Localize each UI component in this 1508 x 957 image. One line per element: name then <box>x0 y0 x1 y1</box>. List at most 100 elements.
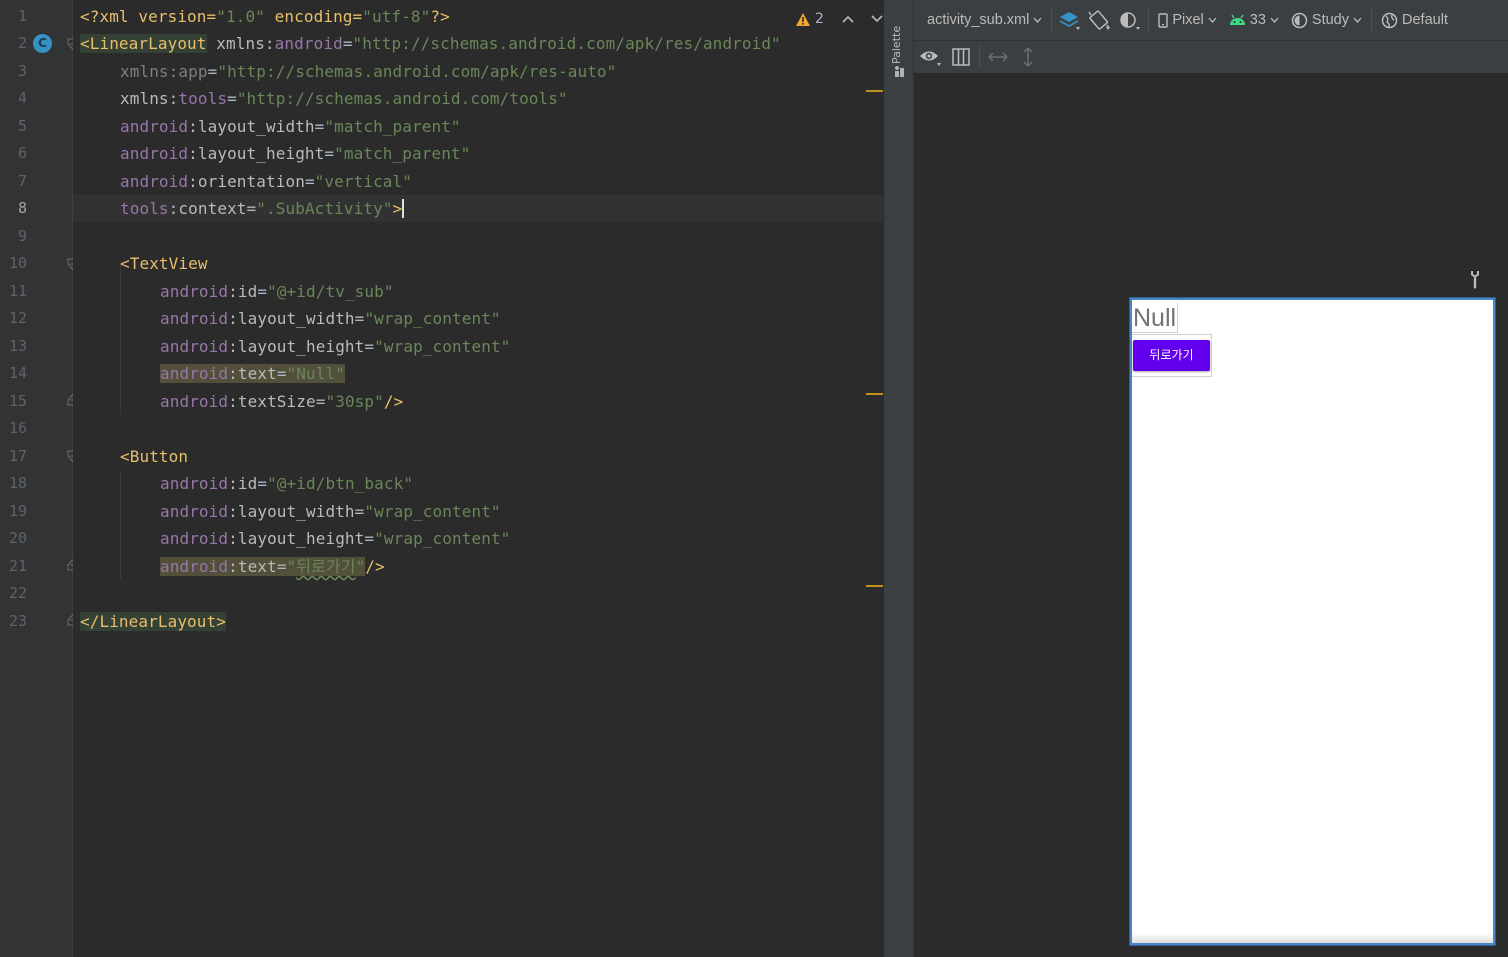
toolbar-separator <box>1148 9 1150 31</box>
inspection-widget[interactable]: 2 <box>795 9 883 29</box>
warning-stripe-marker[interactable] <box>866 585 883 587</box>
eye-icon <box>920 51 941 66</box>
theme-selector[interactable]: Study <box>1285 0 1368 40</box>
file-selector[interactable]: activity_sub.xml <box>914 0 1048 40</box>
line-number: 13 <box>8 337 27 355</box>
device-preview-screen[interactable]: Null 뒤로가기 <box>1130 298 1495 945</box>
line-number: 2 <box>17 34 27 52</box>
chevron-down-icon <box>1033 17 1042 23</box>
palette-icon[interactable] <box>893 64 907 78</box>
device-selector[interactable]: Pixel <box>1152 0 1222 40</box>
code-line-11[interactable]: android:id="@+id/tv_sub" <box>160 278 394 305</box>
code-line-20[interactable]: android:layout_height="wrap_content" <box>160 525 510 552</box>
code-line-5[interactable]: android:layout_width="match_parent" <box>120 113 461 140</box>
palette-tool-strip: Palette <box>883 0 914 957</box>
rotate-device-icon <box>1088 10 1111 30</box>
night-mode-icon <box>1120 12 1141 30</box>
line-number-gutter: 1 2 3 4 5 6 7 8 9 10 11 12 13 14 15 16 1… <box>0 0 78 957</box>
code-line-23[interactable]: </LinearLayout> <box>80 608 226 635</box>
design-canvas[interactable]: Null 뒤로가기 <box>914 74 1508 957</box>
design-surface-toggle[interactable] <box>1055 5 1085 35</box>
code-line-14[interactable]: android:text="Null" <box>160 360 345 387</box>
api-level-selector[interactable]: 33 <box>1223 0 1285 40</box>
warning-stripe-marker[interactable] <box>866 90 883 92</box>
code-line-18[interactable]: android:id="@+id/btn_back" <box>160 470 413 497</box>
preview-textview-tv-sub[interactable]: Null <box>1132 303 1179 333</box>
vertical-resize-button[interactable] <box>1013 42 1043 72</box>
text-caret <box>402 199 405 218</box>
class-reference-icon[interactable]: C <box>33 34 52 53</box>
code-line-4[interactable]: xmlns:tools="http://schemas.android.com/… <box>120 85 568 112</box>
code-line-13[interactable]: android:layout_height="wrap_content" <box>160 333 510 360</box>
code-line-2[interactable]: <LinearLayout xmlns:android="http://sche… <box>80 30 781 57</box>
night-mode-toggle[interactable] <box>1115 5 1145 35</box>
indent-guide <box>120 264 121 414</box>
toolbar-separator <box>1371 9 1373 31</box>
chevron-down-icon <box>1353 17 1362 23</box>
warning-stripe-marker[interactable] <box>866 393 883 395</box>
line-number: 11 <box>8 282 27 300</box>
code-line-8[interactable]: tools:context=".SubActivity"> <box>120 195 405 222</box>
code-line-19[interactable]: android:layout_width="wrap_content" <box>160 498 501 525</box>
code-line-3[interactable]: xmlns:app="http://schemas.android.com/ap… <box>120 58 616 85</box>
code-line-6[interactable]: android:layout_height="match_parent" <box>120 140 470 167</box>
line-number: 10 <box>8 254 27 272</box>
code-line-15[interactable]: android:textSize="30sp"/> <box>160 388 403 415</box>
view-options-button[interactable] <box>916 42 946 72</box>
theme-icon <box>1291 12 1308 28</box>
warning-count: 2 <box>815 11 824 27</box>
line-number: 23 <box>8 612 27 630</box>
chevron-down-icon <box>1208 17 1217 23</box>
horizontal-arrows-icon <box>988 52 1008 62</box>
line-number: 3 <box>17 62 27 80</box>
line-number: 20 <box>8 529 27 547</box>
orientation-toggle[interactable] <box>1085 5 1115 35</box>
preview-bottom-shade <box>1132 933 1493 943</box>
code-editor[interactable]: <?xml version="1.0" encoding="utf-8"?> <… <box>73 0 883 957</box>
vertical-arrows-icon <box>1023 47 1033 67</box>
indent-guide <box>120 470 121 580</box>
design-toolbar: activity_sub.xml Pixel 33 Study Default <box>914 0 1508 41</box>
wrench-icon[interactable] <box>1469 270 1481 290</box>
line-number: 12 <box>8 309 27 327</box>
line-number: 16 <box>8 419 27 437</box>
columns-icon <box>952 48 970 66</box>
code-line-10[interactable]: <TextView <box>120 250 208 277</box>
line-number: 5 <box>17 117 27 135</box>
line-number: 1 <box>17 7 27 25</box>
chevron-down-icon <box>1270 17 1279 23</box>
toolbar-separator <box>1051 9 1053 31</box>
code-line-7[interactable]: android:orientation="vertical" <box>120 168 412 195</box>
line-number: 17 <box>8 447 27 465</box>
line-number: 9 <box>17 227 27 245</box>
hardcoded-string-warning: 뒤로가기 <box>296 557 356 576</box>
palette-tab[interactable]: Palette <box>890 14 908 64</box>
line-number: 7 <box>17 172 27 190</box>
line-number: 15 <box>8 392 27 410</box>
android-icon <box>1229 14 1245 25</box>
layout-design-pane: activity_sub.xml Pixel 33 Study Default … <box>914 0 1508 957</box>
line-number: 4 <box>17 89 27 107</box>
code-line-12[interactable]: android:layout_width="wrap_content" <box>160 305 501 332</box>
line-number: 21 <box>8 557 27 575</box>
line-number: 18 <box>8 474 27 492</box>
code-line-21[interactable]: android:text="뒤로가기"/> <box>160 553 385 580</box>
line-number: 22 <box>8 584 27 602</box>
blueprint-toggle[interactable] <box>946 42 976 72</box>
preview-button-bounds: 뒤로가기 <box>1132 334 1212 377</box>
design-secondary-toolbar <box>914 41 1508 74</box>
horizontal-resize-button[interactable] <box>983 42 1013 72</box>
code-line-1[interactable]: <?xml version="1.0" encoding="utf-8"?> <box>80 3 450 30</box>
line-number-current: 8 <box>17 199 27 217</box>
next-highlight-icon[interactable] <box>871 15 883 23</box>
warning-icon <box>796 12 810 26</box>
previous-highlight-icon[interactable] <box>842 15 854 23</box>
line-number: 6 <box>17 144 27 162</box>
code-line-17[interactable]: <Button <box>120 443 188 470</box>
toolbar-separator <box>979 46 980 68</box>
layers-icon <box>1059 12 1081 30</box>
phone-icon <box>1158 12 1169 28</box>
preview-back-button[interactable]: 뒤로가기 <box>1133 340 1210 371</box>
globe-icon <box>1381 12 1398 28</box>
locale-selector[interactable]: Default <box>1375 0 1454 40</box>
